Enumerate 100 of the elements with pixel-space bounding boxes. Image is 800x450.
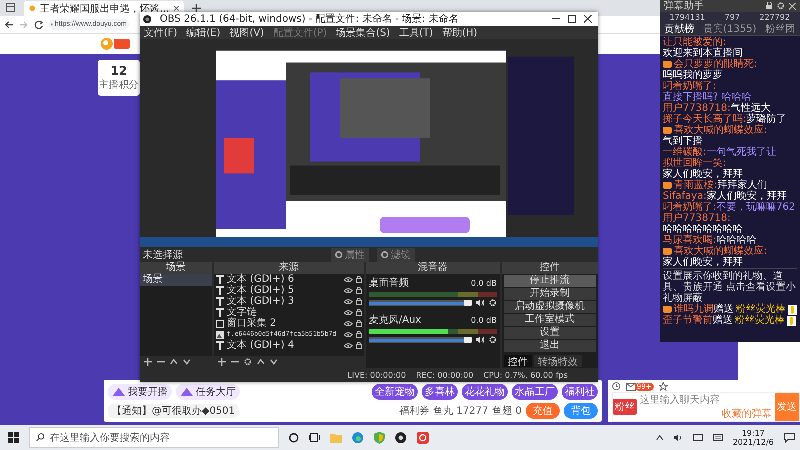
settings-icon[interactable] [489, 299, 497, 307]
chat-username[interactable]: 喜欢大喊的蝴蝶效应: [674, 246, 768, 257]
keyboard-icon[interactable] [712, 434, 723, 441]
back-icon[interactable] [4, 20, 14, 30]
lock-icon[interactable] [356, 342, 362, 349]
close-icon[interactable] [174, 5, 179, 12]
lock-icon[interactable] [766, 2, 773, 10]
source-name[interactable]: 窗口采集 2 [227, 318, 341, 329]
eye-icon[interactable] [344, 332, 353, 338]
menu-item[interactable]: 帮助(H) [442, 26, 478, 40]
gift-button[interactable]: 福利社 [562, 384, 598, 400]
control-button[interactable]: 退出 [504, 340, 596, 352]
source-name[interactable]: 文本 (GDI+) 3 [227, 296, 341, 307]
obs-icon[interactable] [395, 432, 407, 444]
music-app-icon[interactable] [417, 432, 429, 444]
chat-username[interactable]: 掷子今天长高了吗: [663, 114, 746, 125]
eye-icon[interactable] [344, 298, 353, 304]
chat-username[interactable]: Sifafaya: [663, 191, 707, 202]
menu-item[interactable]: 视图(V) [230, 26, 264, 40]
chat-username[interactable]: 谁吗九调 [674, 304, 714, 315]
browser-icon[interactable] [352, 432, 364, 444]
dock-tab[interactable]: 转场特效 [534, 355, 582, 367]
menu-item[interactable]: 工具(T) [399, 26, 434, 40]
notification-icon[interactable] [784, 432, 795, 442]
gift-button[interactable]: 多喜林 [422, 384, 458, 400]
source-name[interactable]: 文本 (GDI+) 5 [227, 285, 341, 296]
action-button[interactable]: 任务大厅 [176, 384, 240, 400]
chat-username[interactable]: 青雨蓝桉: [674, 180, 718, 191]
control-button[interactable]: 启动虚拟摄像机 [504, 301, 596, 313]
lock-icon[interactable] [356, 309, 362, 316]
chat-username[interactable]: 一维碳酸: [663, 147, 706, 158]
scene-item[interactable]: 场景 [140, 274, 212, 286]
gift-button[interactable]: 花花礼物 [462, 384, 508, 400]
gift-button[interactable]: 水晶工厂 [512, 384, 558, 400]
maximize-icon[interactable] [568, 15, 576, 23]
source-name[interactable]: 文本 (GDI+) 4 [227, 340, 341, 351]
refresh-icon[interactable] [34, 20, 44, 30]
panel-tab[interactable]: 贡献榜 [664, 22, 694, 36]
task-view-icon[interactable] [309, 433, 320, 442]
dock-tab[interactable]: 控件 [504, 355, 532, 367]
lock-icon[interactable] [356, 276, 362, 283]
backpack-button[interactable]: 背包 [564, 402, 598, 418]
speaker-icon[interactable] [674, 434, 683, 442]
star-icon[interactable] [658, 382, 668, 391]
speaker-icon[interactable] [476, 336, 485, 344]
cortana-icon[interactable] [289, 432, 299, 442]
down-icon[interactable] [183, 358, 191, 366]
lock-icon[interactable] [356, 331, 362, 338]
lock-icon[interactable] [356, 287, 362, 294]
source-name[interactable]: 文字链 [227, 307, 341, 318]
chat-username[interactable]: 用户7738718: [663, 103, 731, 114]
clock-time[interactable]: 19:17 [742, 428, 766, 438]
chat-username[interactable]: 马尿喜欢喝: [663, 235, 716, 246]
eye-icon[interactable] [344, 320, 353, 326]
close-icon[interactable] [584, 15, 592, 23]
windows-start-icon[interactable] [8, 432, 19, 443]
up-icon[interactable] [257, 358, 265, 366]
volume-slider[interactable] [369, 300, 472, 306]
menu-item[interactable]: 文件(F) [144, 26, 178, 40]
settings-icon[interactable] [777, 2, 785, 10]
speaker-icon[interactable] [476, 299, 485, 307]
tabs-icon[interactable] [6, 3, 16, 13]
add-icon[interactable] [218, 358, 226, 366]
chat-username[interactable]: 拟世回眸一笑: [663, 158, 726, 169]
menu-item[interactable]: 编辑(E) [186, 26, 221, 40]
panel-tab[interactable]: 贵宾(1355) [703, 22, 757, 36]
action-button[interactable]: 我要开播 [108, 384, 172, 400]
lock-icon[interactable] [356, 298, 362, 305]
control-button[interactable]: 工作室模式 [504, 314, 596, 326]
clock-icon[interactable] [612, 382, 621, 391]
eye-icon[interactable] [344, 288, 353, 294]
panel-tab[interactable]: 粉丝团 [766, 22, 796, 36]
up-icon[interactable] [170, 358, 178, 366]
chat-username[interactable]: 叼着奶嘴了: [663, 202, 716, 213]
chat-username[interactable]: 喜欢大喊的蝴蝶效应: [674, 125, 768, 136]
chat-username[interactable]: 歪子节警前 [663, 315, 713, 326]
settings-icon[interactable] [244, 358, 252, 366]
control-button[interactable]: 停止推流 [504, 275, 596, 287]
taskbar-search-field[interactable]: 在这里输入你要搜索的内容 [29, 427, 279, 448]
clock-date[interactable]: 2021/12/6 [732, 438, 774, 446]
source-tool-button[interactable]: 属性 [331, 248, 369, 262]
chat-username[interactable]: 会只萝萝的眼睛死: [674, 59, 758, 70]
control-button[interactable]: 设置 [504, 327, 596, 339]
chat-username[interactable]: 叼着奶嘴了: [663, 81, 716, 92]
add-icon[interactable] [144, 358, 152, 366]
eye-icon[interactable] [344, 342, 353, 348]
eye-icon[interactable] [344, 276, 353, 282]
network-icon[interactable] [692, 434, 703, 442]
chat-username[interactable]: 用户7738718: [663, 213, 731, 224]
volume-slider[interactable] [369, 337, 472, 343]
mail-icon[interactable] [626, 382, 636, 390]
logo-icon[interactable] [100, 36, 132, 52]
gift-button[interactable]: 全新宠物 [372, 384, 418, 400]
new-tab-icon[interactable] [192, 4, 201, 12]
source-tool-button[interactable]: 滤镜 [377, 248, 415, 262]
lock-icon[interactable] [356, 320, 362, 327]
eye-icon[interactable] [344, 310, 353, 316]
control-button[interactable]: 开始录制 [504, 288, 596, 300]
chat-username[interactable]: 让只能被爱的: [663, 37, 726, 48]
source-name[interactable]: 文本 (GDI+) 6 [227, 274, 341, 285]
